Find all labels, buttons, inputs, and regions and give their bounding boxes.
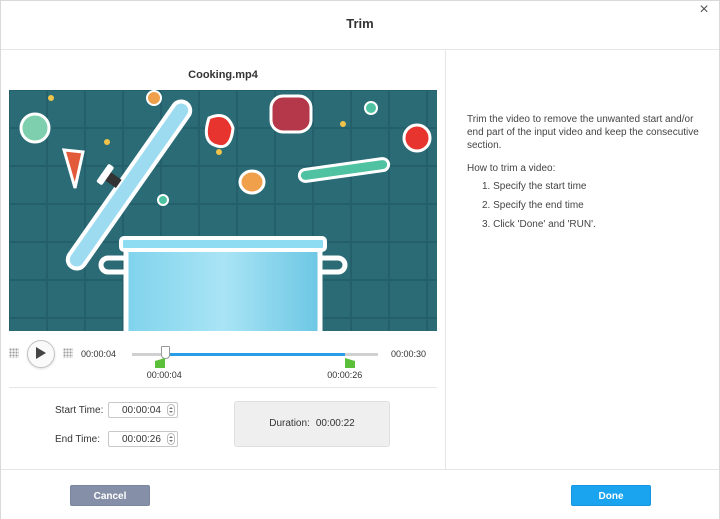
- duration-value: 00:00:22: [315, 418, 355, 429]
- start-time-input[interactable]: 00:00:04: [108, 402, 178, 418]
- timeline-track[interactable]: [132, 346, 378, 368]
- help-panel: Trim the video to remove the unwanted st…: [446, 50, 719, 469]
- howto-title: How to trim a video:: [467, 163, 556, 174]
- howto-step: 1. Specify the start time: [482, 181, 587, 192]
- play-button[interactable]: [27, 340, 55, 368]
- video-preview[interactable]: [9, 90, 437, 331]
- grip-icon[interactable]: [9, 348, 19, 358]
- dialog-footer: Cancel Done: [1, 469, 719, 519]
- play-icon: [36, 347, 46, 359]
- end-marker-icon[interactable]: [344, 358, 356, 368]
- divider: [9, 387, 437, 388]
- end-marker-time: 00:00:26: [327, 370, 363, 380]
- end-time-label: End Time:: [55, 434, 101, 445]
- howto-steps: 1. Specify the start time 2. Specify the…: [482, 181, 596, 238]
- done-button[interactable]: Done: [571, 485, 651, 506]
- start-time-value: 00:00:04: [122, 405, 161, 416]
- video-filename: Cooking.mp4: [188, 69, 258, 81]
- howto-step: 2. Specify the end time: [482, 200, 584, 211]
- close-icon[interactable]: ×: [693, 1, 715, 23]
- current-time: 00:00:04: [81, 349, 117, 359]
- duration-display: Duration: 00:00:22: [234, 401, 390, 447]
- grip-icon[interactable]: [63, 348, 73, 358]
- selected-range: [164, 353, 346, 356]
- duration-label: Duration:: [269, 418, 310, 429]
- start-time-stepper[interactable]: [167, 404, 175, 416]
- cancel-button[interactable]: Cancel: [70, 485, 150, 506]
- video-frame-illustration: [9, 90, 437, 331]
- howto-step: 3. Click 'Done' and 'RUN'.: [482, 219, 596, 230]
- title-bar: Trim ×: [1, 1, 719, 50]
- end-time-value: 00:00:26: [122, 434, 161, 445]
- editor-panel: Cooking.mp4 00:00:04 00:00:04 00:00:26 0…: [1, 50, 446, 469]
- playback-controls: 00:00:04 00:00:04 00:00:26 00:00:30: [1, 338, 445, 383]
- trim-dialog: Trim × Cooking.mp4 00:00:04 00:00:04 00:…: [0, 0, 720, 519]
- total-time: 00:00:30: [391, 349, 427, 359]
- help-description: Trim the video to remove the unwanted st…: [467, 114, 699, 151]
- end-time-input[interactable]: 00:00:26: [108, 431, 178, 447]
- end-time-stepper[interactable]: [167, 433, 175, 445]
- start-marker-icon[interactable]: [154, 358, 166, 368]
- start-marker-time: 00:00:04: [146, 370, 182, 380]
- start-time-label: Start Time:: [55, 405, 104, 416]
- dialog-title: Trim: [346, 16, 374, 31]
- main-area: Cooking.mp4 00:00:04 00:00:04 00:00:26 0…: [1, 50, 719, 469]
